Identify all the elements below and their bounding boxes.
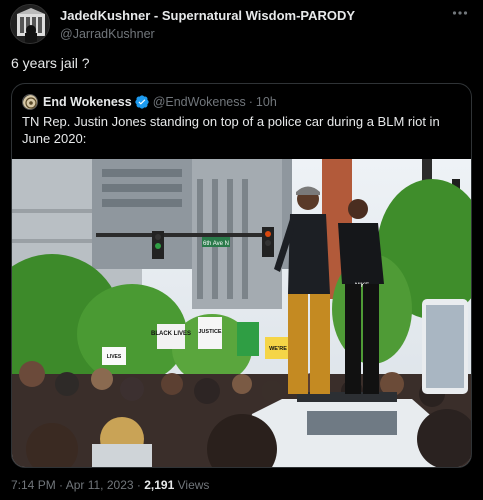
quoted-header: End Wokeness @EndWokeness · 10h <box>22 94 277 110</box>
views-count[interactable]: 2,191 <box>144 478 174 492</box>
sign-lives: LIVES <box>107 354 122 360</box>
avatar-image <box>11 5 49 43</box>
quoted-separator: · <box>248 95 253 109</box>
quoted-tweet[interactable]: End Wokeness @EndWokeness · 10h TN Rep. … <box>11 83 472 468</box>
more-options-icon[interactable] <box>451 4 469 26</box>
tweet-footer: 7:14 PM · Apr 11, 2023 · 2,191 Views <box>11 478 209 492</box>
quoted-timestamp[interactable]: 10h <box>256 95 277 109</box>
quoted-handle[interactable]: @EndWokeness <box>153 95 246 109</box>
quoted-display-name[interactable]: End Wokeness <box>43 95 132 109</box>
author-handle[interactable]: @JarradKushner <box>60 26 355 42</box>
protest-photo-illustration: 6th Ave N BLACK LIVES JUSTICE WE'RE LIVE… <box>12 159 471 467</box>
verified-badge-icon <box>135 95 149 109</box>
author-avatar[interactable] <box>10 4 50 44</box>
quoted-photo[interactable]: 6th Ave N BLACK LIVES JUSTICE WE'RE LIVE… <box>12 159 471 467</box>
tweet-header: JadedKushner - Supernatural Wisdom-PAROD… <box>10 4 473 44</box>
views-label[interactable]: Views <box>178 478 210 492</box>
street-sign: 6th Ave N <box>203 241 229 247</box>
sign-justice: JUSTICE <box>198 329 222 335</box>
sign-black-lives: BLACK LIVES <box>151 331 191 337</box>
footer-separator: · <box>59 478 64 492</box>
footer-separator: · <box>136 478 141 492</box>
sign-were: WE'RE <box>269 346 287 352</box>
tweet-time[interactable]: 7:14 PM <box>11 478 56 492</box>
quoted-avatar[interactable] <box>22 94 38 110</box>
tweet-date[interactable]: Apr 11, 2023 <box>66 478 134 492</box>
author-display-name[interactable]: JadedKushner - Supernatural Wisdom-PAROD… <box>60 8 355 24</box>
tweet-text: 6 years jail ? <box>11 55 90 71</box>
quoted-text: TN Rep. Justin Jones standing on top of … <box>22 114 440 146</box>
